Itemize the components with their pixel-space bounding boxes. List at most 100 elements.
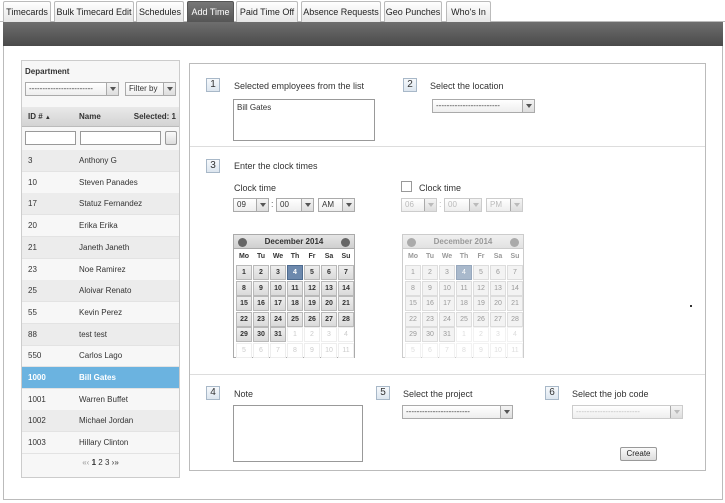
tab-bulk-timecard-edit[interactable]: Bulk Timecard Edit xyxy=(54,1,134,22)
calendar-day-other-month[interactable]: 5 xyxy=(405,342,421,358)
employee-row[interactable]: 55 Kevin Perez xyxy=(22,302,179,324)
next-month-icon[interactable] xyxy=(341,238,350,247)
calendar-day[interactable]: 20 xyxy=(490,296,506,311)
calendar-day-other-month[interactable]: 10 xyxy=(321,342,337,358)
employee-row[interactable]: 550 Carlos Lago xyxy=(22,345,179,368)
calendar-day-other-month[interactable]: 3 xyxy=(321,327,337,342)
calendar-day-other-month[interactable]: 11 xyxy=(507,342,523,358)
calendar-day[interactable]: 19 xyxy=(304,296,320,311)
calendar-day[interactable]: 1 xyxy=(236,265,252,280)
calendar-day-other-month[interactable]: 1 xyxy=(287,327,303,342)
calendar-day[interactable]: 4 xyxy=(456,265,472,280)
calendar-day[interactable]: 18 xyxy=(456,296,472,311)
employee-row[interactable]: 10 Steven Panades xyxy=(22,172,179,194)
calendar-day[interactable]: 25 xyxy=(456,311,472,327)
calendar-day[interactable]: 8 xyxy=(236,280,252,296)
calendar-day-other-month[interactable]: 5 xyxy=(236,342,252,358)
calendar-day-other-month[interactable]: 7 xyxy=(270,342,286,358)
calendar-day[interactable]: 6 xyxy=(490,265,506,280)
tab-timecards[interactable]: Timecards xyxy=(3,1,51,22)
calendar-day[interactable]: 7 xyxy=(338,265,354,280)
calendar-day[interactable]: 31 xyxy=(270,327,286,342)
column-name-header[interactable]: Name xyxy=(79,112,101,121)
calendar-day[interactable]: 2 xyxy=(422,265,438,280)
employee-row[interactable]: 20 Erika Erika xyxy=(22,215,179,238)
clock-out-hour-select[interactable]: 06 xyxy=(401,198,437,212)
calendar-day[interactable]: 25 xyxy=(287,311,303,327)
calendar-day[interactable]: 24 xyxy=(439,311,455,327)
page-link-3[interactable]: 3 xyxy=(105,458,109,467)
calendar-day[interactable]: 11 xyxy=(287,280,303,296)
employee-row[interactable]: 1002 Michael Jordan xyxy=(22,410,179,433)
calendar-day[interactable]: 30 xyxy=(422,327,438,342)
calendar-day[interactable]: 14 xyxy=(507,280,523,296)
calendar-day[interactable]: 10 xyxy=(270,280,286,296)
department-select[interactable]: ------------------------ xyxy=(25,82,119,96)
column-id-header[interactable]: ID # ▲ xyxy=(28,112,51,121)
calendar-day[interactable]: 17 xyxy=(270,296,286,311)
prev-page-link[interactable]: ‹ xyxy=(87,458,90,467)
calendar-day[interactable]: 24 xyxy=(270,311,286,327)
calendar-day[interactable]: 29 xyxy=(405,327,421,342)
last-page-link[interactable]: » xyxy=(114,458,118,467)
calendar-day[interactable]: 20 xyxy=(321,296,337,311)
calendar-day[interactable]: 5 xyxy=(473,265,489,280)
calendar-day[interactable]: 9 xyxy=(253,280,269,296)
calendar-day[interactable]: 23 xyxy=(253,311,269,327)
tab-geo-punches[interactable]: Geo Punches xyxy=(384,1,442,22)
calendar-day[interactable]: 8 xyxy=(405,280,421,296)
calendar-day[interactable]: 29 xyxy=(236,327,252,342)
calendar-day[interactable]: 11 xyxy=(456,280,472,296)
calendar-day[interactable]: 15 xyxy=(405,296,421,311)
calendar-day-other-month[interactable]: 6 xyxy=(253,342,269,358)
id-filter-input[interactable] xyxy=(25,131,76,145)
filter-by-select[interactable]: Filter by xyxy=(125,82,176,96)
page-link-1[interactable]: 1 xyxy=(92,458,96,467)
page-link-2[interactable]: 2 xyxy=(98,458,102,467)
calendar-day[interactable]: 31 xyxy=(439,327,455,342)
employee-row[interactable]: 21 Janeth Janeth xyxy=(22,236,179,259)
calendar-day[interactable]: 28 xyxy=(338,311,354,327)
calendar-day-other-month[interactable]: 8 xyxy=(287,342,303,358)
calendar-day[interactable]: 9 xyxy=(422,280,438,296)
tab-paid-time-off[interactable]: Paid Time Off xyxy=(236,1,298,22)
employee-row[interactable]: 23 Noe Ramirez xyxy=(22,259,179,281)
name-filter-input[interactable] xyxy=(80,131,161,145)
next-month-icon[interactable] xyxy=(510,238,519,247)
calendar-day[interactable]: 6 xyxy=(321,265,337,280)
calendar-day-other-month[interactable]: 3 xyxy=(490,327,506,342)
calendar-day[interactable]: 22 xyxy=(236,311,252,327)
calendar-day[interactable]: 26 xyxy=(473,311,489,327)
prev-month-icon[interactable] xyxy=(407,238,416,247)
employee-row[interactable]: 17 Statuz Fernandez xyxy=(22,193,179,216)
calendar-day-other-month[interactable]: 10 xyxy=(490,342,506,358)
employee-row[interactable]: 1001 Warren Buffet xyxy=(22,389,179,411)
employee-row[interactable]: 1003 Hillary Clinton xyxy=(22,432,179,455)
calendar-day[interactable]: 14 xyxy=(338,280,354,296)
calendar-day[interactable]: 5 xyxy=(304,265,320,280)
note-textarea[interactable] xyxy=(233,405,363,462)
calendar-day[interactable]: 12 xyxy=(473,280,489,296)
clock-out-ampm-select[interactable]: PM xyxy=(486,198,523,212)
calendar-day[interactable]: 15 xyxy=(236,296,252,311)
calendar-day[interactable]: 21 xyxy=(338,296,354,311)
calendar-day[interactable]: 19 xyxy=(473,296,489,311)
calendar-day[interactable]: 30 xyxy=(253,327,269,342)
calendar-day[interactable]: 22 xyxy=(405,311,421,327)
calendar-day[interactable]: 1 xyxy=(405,265,421,280)
employee-row[interactable]: 1000 Bill Gates xyxy=(22,367,179,389)
calendar-day[interactable]: 18 xyxy=(287,296,303,311)
job-code-select[interactable]: ------------------------ xyxy=(572,405,683,419)
calendar-day[interactable]: 17 xyxy=(439,296,455,311)
calendar-day[interactable]: 16 xyxy=(253,296,269,311)
calendar-day[interactable]: 16 xyxy=(422,296,438,311)
calendar-day-other-month[interactable]: 4 xyxy=(338,327,354,342)
calendar-day[interactable]: 26 xyxy=(304,311,320,327)
selected-employees-box[interactable]: Bill Gates xyxy=(233,99,375,141)
calendar-day[interactable]: 4 xyxy=(287,265,303,280)
calendar-day[interactable]: 2 xyxy=(253,265,269,280)
tab-add-time[interactable]: Add Time xyxy=(187,1,234,22)
calendar-day[interactable]: 28 xyxy=(507,311,523,327)
prev-month-icon[interactable] xyxy=(238,238,247,247)
calendar-day[interactable]: 3 xyxy=(439,265,455,280)
